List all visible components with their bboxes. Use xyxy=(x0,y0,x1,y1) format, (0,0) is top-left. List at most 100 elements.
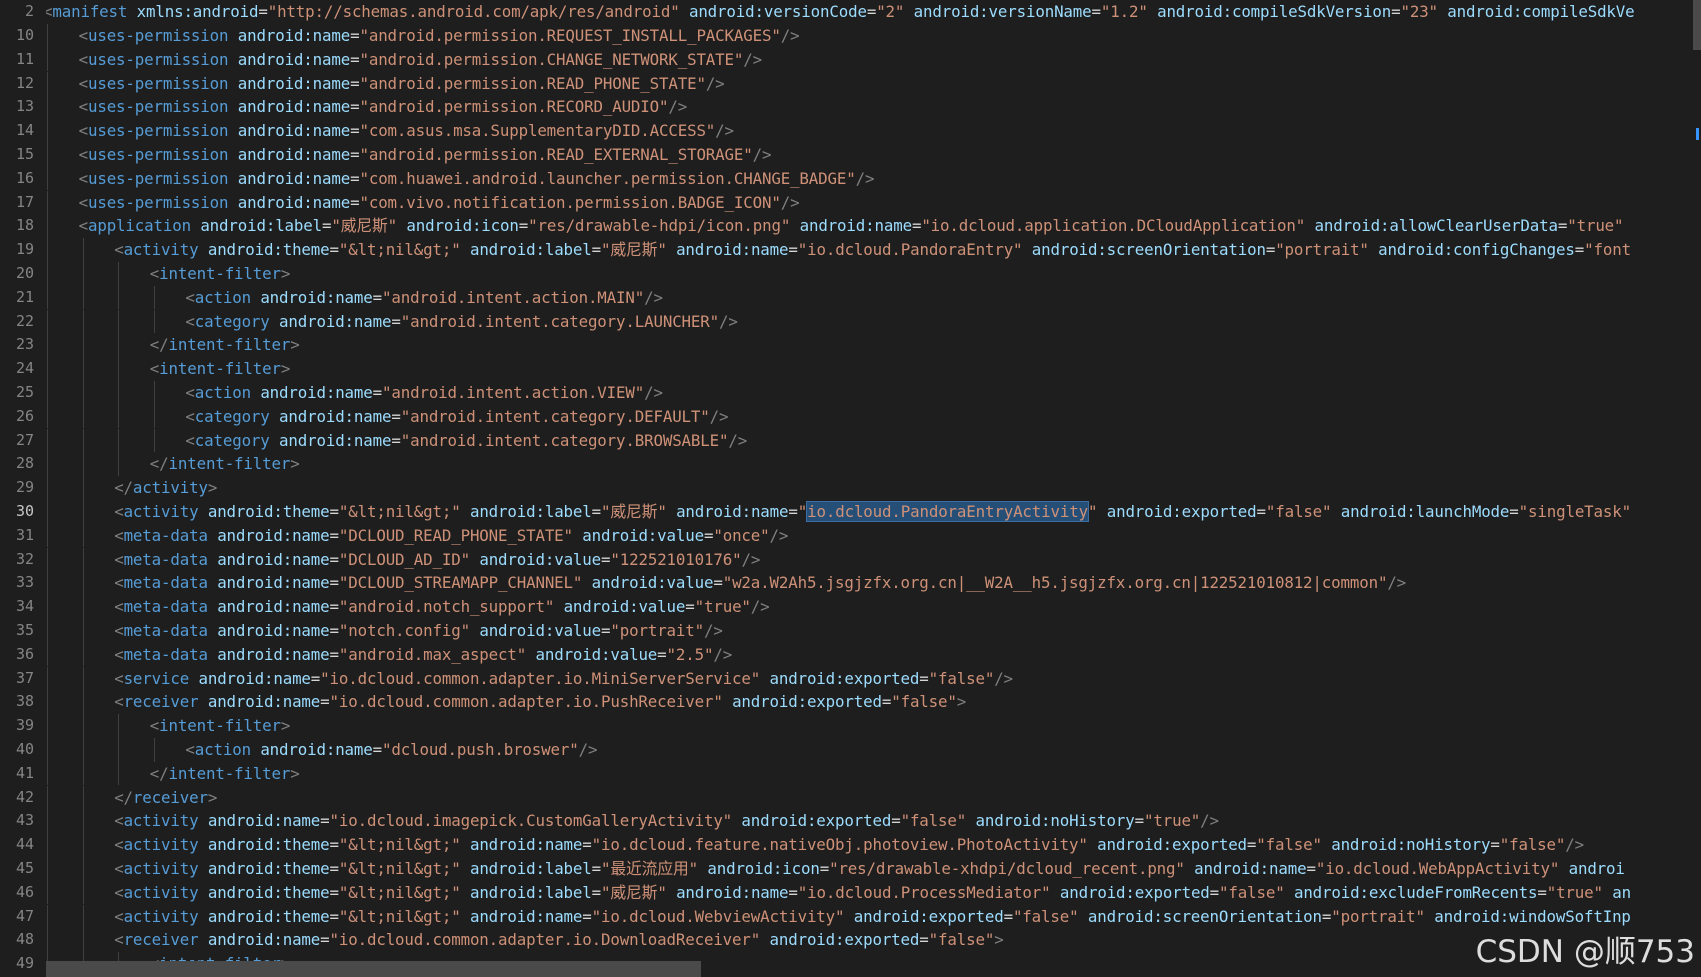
indent-guide xyxy=(82,499,84,524)
code-line[interactable]: <service android:name="io.dcloud.common.… xyxy=(114,667,1013,691)
code-line[interactable]: <activity android:name="io.dcloud.imagep… xyxy=(114,809,1219,833)
vertical-scrollbar[interactable] xyxy=(1693,0,1701,977)
line-number: 25 xyxy=(15,382,34,401)
code-line[interactable]: <activity android:theme="&lt;nil&gt;" an… xyxy=(114,238,1631,262)
code-line[interactable]: <uses-permission android:name="android.p… xyxy=(79,143,772,167)
code-line[interactable]: <meta-data android:name="DCLOUD_STREAMAP… xyxy=(114,571,1406,595)
code-line[interactable]: </intent-filter> xyxy=(150,452,300,476)
code-line[interactable]: <uses-permission android:name="android.p… xyxy=(79,48,763,72)
attribute-value: "font xyxy=(1584,240,1631,260)
attribute-value: "&lt;nil&gt;" xyxy=(338,835,461,855)
code-area[interactable]: <manifest xmlns:android="http://schemas.… xyxy=(46,0,1694,977)
indent-guide xyxy=(47,523,48,548)
attribute-name: android:exported xyxy=(853,906,1004,926)
line-number: 20 xyxy=(15,263,34,282)
attribute-value: "最近流应用" xyxy=(601,858,698,878)
code-line[interactable]: <action android:name="android.intent.act… xyxy=(185,286,663,310)
line-number: 12 xyxy=(15,73,34,92)
equals-sign: = xyxy=(601,549,611,569)
tag-name: meta-data xyxy=(123,644,208,664)
code-line[interactable]: <meta-data android:name="DCLOUD_AD_ID" a… xyxy=(114,548,760,572)
code-line[interactable]: <uses-permission android:name="com.huawe… xyxy=(79,167,875,191)
attribute-name: android:name xyxy=(237,25,351,45)
code-line[interactable]: <meta-data android:name="android.max_asp… xyxy=(114,643,732,667)
code-line[interactable]: <category android:name="android.intent.c… xyxy=(185,405,728,429)
vertical-scroll-thumb[interactable] xyxy=(1693,0,1701,50)
code-line[interactable]: <meta-data android:name="notch.config" a… xyxy=(114,619,723,643)
attribute-value: "DCLOUD_READ_PHONE_STATE" xyxy=(338,525,573,545)
attribute-value: "android.intent.category.DEFAULT" xyxy=(400,406,710,426)
tag-bracket: < xyxy=(149,716,160,736)
tag-name: intent-filter xyxy=(168,335,291,355)
indent-guide xyxy=(82,452,84,477)
tag-bracket: < xyxy=(114,620,124,640)
code-line[interactable]: <uses-permission android:name="android.p… xyxy=(79,95,688,119)
code-line[interactable]: <action android:name="dcloud.push.broswe… xyxy=(185,738,597,762)
code-line[interactable]: <uses-permission android:name="android.p… xyxy=(79,24,800,48)
code-line[interactable]: <activity android:theme="&lt;nil&gt;" an… xyxy=(114,857,1625,881)
attribute-name: android:value xyxy=(479,549,602,569)
code-line[interactable]: <uses-permission android:name="com.vivo.… xyxy=(79,191,800,215)
indent-guide xyxy=(47,23,48,48)
code-line[interactable]: <manifest xmlns:android="http://schemas.… xyxy=(46,0,1635,24)
code-line[interactable]: </receiver> xyxy=(114,786,217,810)
line-number: 29 xyxy=(15,478,34,497)
overview-ruler-marker xyxy=(1696,128,1699,140)
code-line[interactable]: <meta-data android:name="android.notch_s… xyxy=(114,595,769,619)
code-line[interactable]: <action android:name="android.intent.act… xyxy=(185,381,663,405)
code-editor[interactable]: 2 10 11 12 13 14 15 16 17 18 19 20 21 22 23 24 25 26 27 28 2… xyxy=(0,0,1701,977)
indent-guide xyxy=(82,880,84,905)
indent-guide xyxy=(153,380,155,405)
code-line[interactable]: <receiver android:name="io.dcloud.common… xyxy=(114,690,966,714)
selected-text: io.dcloud.PandoraEntryActivity xyxy=(806,500,1089,522)
indent-guide xyxy=(82,737,84,762)
code-line[interactable]: <activity android:theme="&lt;nil&gt;" an… xyxy=(114,905,1631,929)
indent-guide xyxy=(47,904,48,929)
tag-bracket: < xyxy=(185,287,195,307)
attribute-value: " xyxy=(1087,501,1098,521)
indent-guide xyxy=(118,428,120,453)
code-line[interactable]: <category android:name="android.intent.c… xyxy=(185,429,747,453)
horizontal-scroll-thumb[interactable] xyxy=(46,961,701,977)
code-line[interactable]: <meta-data android:name="DCLOUD_READ_PHO… xyxy=(114,524,788,548)
code-line[interactable]: <activity android:theme="&lt;nil&gt;" an… xyxy=(114,833,1584,857)
attribute-name: android:exported xyxy=(769,930,920,950)
code-line[interactable]: <activity android:theme="&lt;nil&gt;" an… xyxy=(114,500,1631,524)
attribute-value: "android.intent.action.MAIN" xyxy=(382,287,645,307)
indent-guide xyxy=(47,880,48,905)
attribute-value: "23" xyxy=(1400,2,1438,22)
line-number: 33 xyxy=(15,573,34,592)
code-line[interactable]: <receiver android:name="io.dcloud.common… xyxy=(114,928,1004,952)
tag-bracket: > xyxy=(280,716,291,736)
indent-guide xyxy=(82,666,84,691)
tag-name: meta-data xyxy=(123,620,208,640)
indent-guide xyxy=(82,333,84,358)
code-line[interactable]: <uses-permission android:name="android.p… xyxy=(79,72,725,96)
tag-bracket: < xyxy=(78,192,89,212)
tag-bracket: < xyxy=(114,573,124,593)
code-line[interactable]: <intent-filter> xyxy=(150,262,291,286)
tag-bracket: < xyxy=(78,121,89,141)
code-line[interactable]: </activity> xyxy=(114,476,217,500)
code-line[interactable]: <intent-filter> xyxy=(149,714,291,738)
code-line[interactable]: </intent-filter> xyxy=(150,762,300,786)
equals-sign: = xyxy=(1256,501,1267,521)
code-line[interactable]: </intent-filter> xyxy=(150,333,300,357)
tag-bracket: < xyxy=(78,216,89,236)
tag-name: activity xyxy=(132,478,208,498)
code-line[interactable]: <activity android:theme="&lt;nil&gt;" an… xyxy=(114,881,1631,905)
code-line[interactable]: <uses-permission android:name="com.asus.… xyxy=(79,119,734,143)
attribute-value: "com.asus.msa.SupplementaryDID.ACCESS" xyxy=(359,121,716,141)
attribute-name: android:theme xyxy=(207,835,330,855)
code-line[interactable]: <intent-filter> xyxy=(150,357,291,381)
code-line[interactable]: <application android:label="威尼斯" android… xyxy=(79,214,1624,238)
attribute-value: "122521010176" xyxy=(610,549,742,569)
code-line[interactable]: <category android:name="android.intent.c… xyxy=(185,310,737,334)
tag-name: receiver xyxy=(132,787,208,807)
attribute-name: android:label xyxy=(469,882,592,902)
